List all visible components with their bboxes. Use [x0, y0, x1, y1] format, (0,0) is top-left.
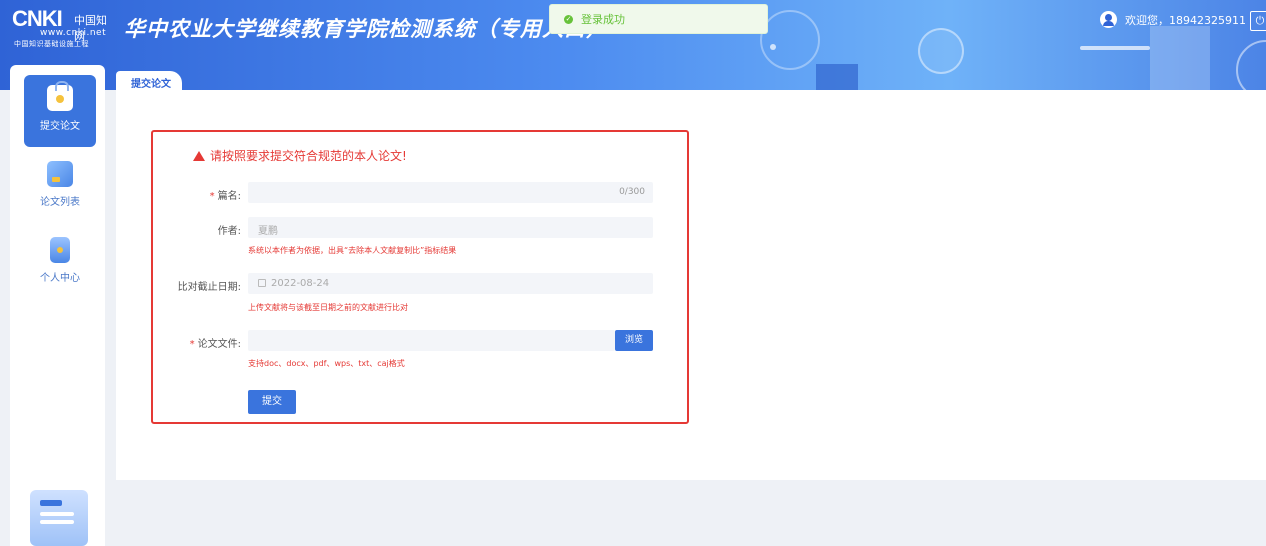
- edit-icon: [47, 161, 73, 187]
- sidebar-item-label: 论文列表: [40, 197, 80, 208]
- browse-button[interactable]: 浏览: [615, 330, 653, 351]
- file-label: * 论文文件:: [189, 339, 241, 350]
- author-hint: 系统以本作者为依据，出具“去除本人文献复制比”指标结果: [248, 246, 457, 255]
- cutoff-date-field[interactable]: 2022-08-24: [248, 273, 653, 294]
- sidebar-item-label: 个人中心: [40, 273, 80, 284]
- header-decoration: [770, 44, 776, 50]
- date-hint: 上传文献将与该截至日期之前的文献进行比对: [248, 303, 408, 312]
- sidebar-item-paper-list[interactable]: 论文列表: [24, 151, 96, 223]
- sidebar-item-label: 提交论文: [40, 121, 80, 132]
- sidebar-item-submit-paper[interactable]: 提交论文: [24, 75, 96, 147]
- bag-icon: [47, 81, 73, 111]
- person-icon: [50, 237, 70, 263]
- user-avatar-icon: [1100, 11, 1117, 28]
- toast-message: 登录成功: [581, 13, 625, 26]
- tab-submit-paper[interactable]: 提交论文: [116, 71, 182, 90]
- cnki-logo: CNKI 中国知网 www.cnki.net 中国知识基础设施工程: [12, 8, 116, 49]
- submit-button[interactable]: 提交: [248, 390, 296, 414]
- logout-power-icon[interactable]: ⏻: [1250, 11, 1266, 31]
- check-icon: ✓: [564, 14, 573, 24]
- title-label: * 篇名:: [209, 191, 241, 202]
- logo-tagline: 中国知识基础设施工程: [14, 40, 89, 48]
- author-label: 作者:: [217, 226, 241, 237]
- title-input[interactable]: 0/300: [248, 182, 653, 203]
- main-panel: 请按照要求提交符合规范的本人论文! * 篇名: 0/300 作者: 夏鹏 系统以本…: [116, 90, 1266, 480]
- calendar-icon: [258, 279, 266, 287]
- submit-form: 请按照要求提交符合规范的本人论文! * 篇名: 0/300 作者: 夏鹏 系统以本…: [151, 130, 689, 424]
- welcome-text: 欢迎您，18942325911: [1125, 13, 1246, 27]
- logo-url: www.cnki.net: [40, 28, 107, 38]
- author-field: 夏鹏: [248, 217, 653, 238]
- header-decoration: [760, 10, 820, 70]
- sidebar-item-personal-center[interactable]: 个人中心: [24, 227, 96, 299]
- warning-text: 请按照要求提交符合规范的本人论文!: [210, 149, 407, 163]
- sidebar: 提交论文 论文列表 个人中心: [10, 65, 105, 546]
- warning-icon: [193, 150, 205, 161]
- file-hint: 支持doc、docx、pdf、wps、txt、caj格式: [248, 359, 405, 368]
- system-title: 华中农业大学继续教育学院检测系统（专用入口）: [124, 17, 608, 41]
- sidebar-illustration: [30, 490, 88, 546]
- tab-bar: 提交论文: [116, 67, 1266, 90]
- date-value: 2022-08-24: [271, 278, 330, 289]
- success-toast: ✓ 登录成功: [549, 4, 768, 34]
- file-input[interactable]: [248, 330, 615, 351]
- title-char-counter: 0/300: [619, 187, 645, 197]
- header-decoration: [1080, 46, 1150, 50]
- warning-message: 请按照要求提交符合规范的本人论文!: [193, 147, 407, 164]
- user-info[interactable]: 欢迎您，18942325911: [1100, 11, 1246, 28]
- date-label: 比对截止日期:: [177, 282, 241, 293]
